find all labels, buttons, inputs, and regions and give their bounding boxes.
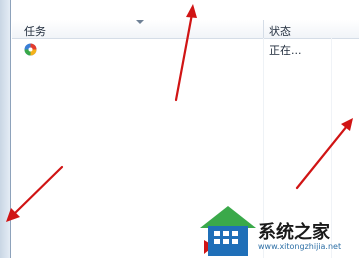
task-row[interactable]: 正在... [12,39,359,57]
window-frame-left [0,0,11,258]
column-header-task[interactable]: 任务 [12,20,263,38]
column-header-status-label: 状态 [269,25,291,38]
site-watermark: 系统之家 www.xitongzhijia.net [198,204,359,258]
task-manager-window: 任务 状态 正在... 系统之家 www.xitongzhijia.net [0,0,359,258]
sort-arrow-icon [136,20,144,24]
watermark-url: www.xitongzhijia.net [258,242,342,251]
colorful-pinwheel-icon [24,41,37,56]
arrow-up-head [186,4,197,18]
watermark-title: 系统之家 [258,222,330,243]
column-header-task-label: 任务 [24,25,46,38]
column-header-bar: 任务 状态 [12,20,359,39]
column-header-status[interactable]: 状态 [264,20,359,38]
task-status: 正在... [269,44,302,57]
house-logo-icon [200,206,256,256]
